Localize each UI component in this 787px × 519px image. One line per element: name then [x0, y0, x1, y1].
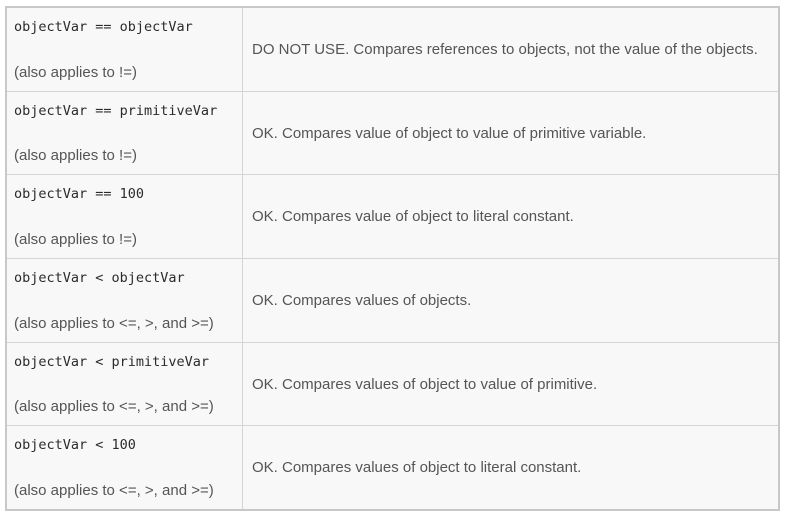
- description-cell: OK. Compares values of object to literal…: [243, 426, 778, 509]
- description-cell: OK. Compares values of objects.: [243, 259, 778, 342]
- applies-note: (also applies to !=): [14, 231, 137, 249]
- description-text: OK. Compares values of object to literal…: [252, 459, 582, 477]
- description-text: OK. Compares value of object to literal …: [252, 208, 574, 226]
- description-text: OK. Compares values of objects.: [252, 291, 472, 309]
- description-text: DO NOT USE. Compares references to objec…: [252, 40, 758, 58]
- applies-note: (also applies to !=): [14, 63, 137, 81]
- code-expression: objectVar < objectVar: [14, 270, 185, 287]
- code-expression: objectVar < 100: [14, 437, 136, 454]
- table-row: objectVar == objectVar (also applies to …: [7, 8, 778, 91]
- table-row: objectVar < objectVar (also applies to <…: [7, 258, 778, 342]
- expression-cell: objectVar == objectVar (also applies to …: [7, 8, 243, 91]
- table-row: objectVar < 100 (also applies to <=, >, …: [7, 425, 778, 510]
- description-text: OK. Compares value of object to value of…: [252, 124, 647, 142]
- applies-note: (also applies to <=, >, and >=): [14, 398, 214, 416]
- code-expression: objectVar < primitiveVar: [14, 353, 210, 370]
- expression-cell: objectVar == primitiveVar (also applies …: [7, 91, 243, 175]
- applies-note: (also applies to <=, >, and >=): [14, 482, 214, 500]
- code-expression: objectVar == primitiveVar: [14, 102, 218, 119]
- description-cell: DO NOT USE. Compares references to objec…: [243, 8, 778, 91]
- table-row: objectVar == 100 (also applies to !=) OK…: [7, 174, 778, 259]
- description-text: OK. Compares values of object to value o…: [252, 375, 598, 393]
- applies-note: (also applies to <=, >, and >=): [14, 314, 214, 332]
- description-cell: OK. Compares values of object to value o…: [243, 343, 778, 426]
- description-cell: OK. Compares value of object to value of…: [243, 92, 778, 175]
- code-expression: objectVar == 100: [14, 186, 145, 203]
- expression-cell: objectVar < primitiveVar (also applies t…: [7, 342, 243, 426]
- applies-note: (also applies to !=): [14, 147, 137, 165]
- comparison-table: objectVar == objectVar (also applies to …: [5, 6, 780, 511]
- expression-cell: objectVar < objectVar (also applies to <…: [7, 259, 243, 342]
- expression-cell: objectVar < 100 (also applies to <=, >, …: [7, 426, 243, 510]
- description-cell: OK. Compares value of object to literal …: [243, 175, 778, 258]
- table-row: objectVar < primitiveVar (also applies t…: [7, 341, 778, 426]
- expression-cell: objectVar == 100 (also applies to !=): [7, 175, 243, 259]
- code-expression: objectVar == objectVar: [14, 19, 193, 35]
- table-row: objectVar == primitiveVar (also applies …: [7, 90, 778, 175]
